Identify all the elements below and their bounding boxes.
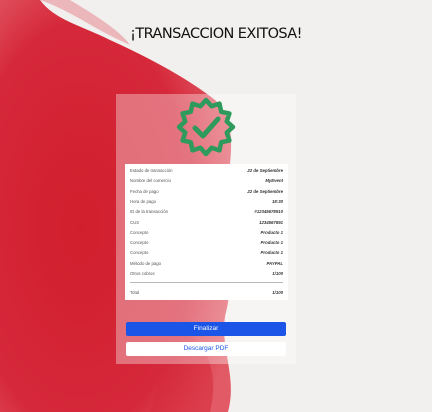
receipt-row: Concepto Producto 1 [130,240,283,246]
receipt-row: Concepto Producto 1 [130,229,283,235]
receipt-row: CUS 1234567891 [130,219,283,225]
receipt-row: ID de la transacción #12345678910 [130,209,283,215]
page-title: ¡TRANSACCION EXITOSA! [130,26,302,42]
receipt-row: Método de pago PAYPAL [130,260,283,266]
receipt-total-row: Total 1/100 [130,290,283,295]
receipt-row: Hora de pago 18:30 [130,198,283,204]
receipt-row: Concepto Producto 1 [130,250,283,256]
receipt-divider [130,282,283,283]
download-pdf-button[interactable]: Descargar PDF [126,342,286,356]
receipt-row: Estado de transacción 22 de Septiembre [130,168,283,173]
check-badge-icon [176,97,236,157]
receipt-row: Fecha de pago 22 de Septiembre [130,188,283,194]
receipt-row: Otros cobros 1/100 [130,271,283,276]
receipt-details: Estado de transacción 22 de Septiembre No… [125,164,288,300]
receipt-row: Nombre del comercio MyEvent [130,178,283,184]
finish-button[interactable]: Finalizar [126,322,286,336]
